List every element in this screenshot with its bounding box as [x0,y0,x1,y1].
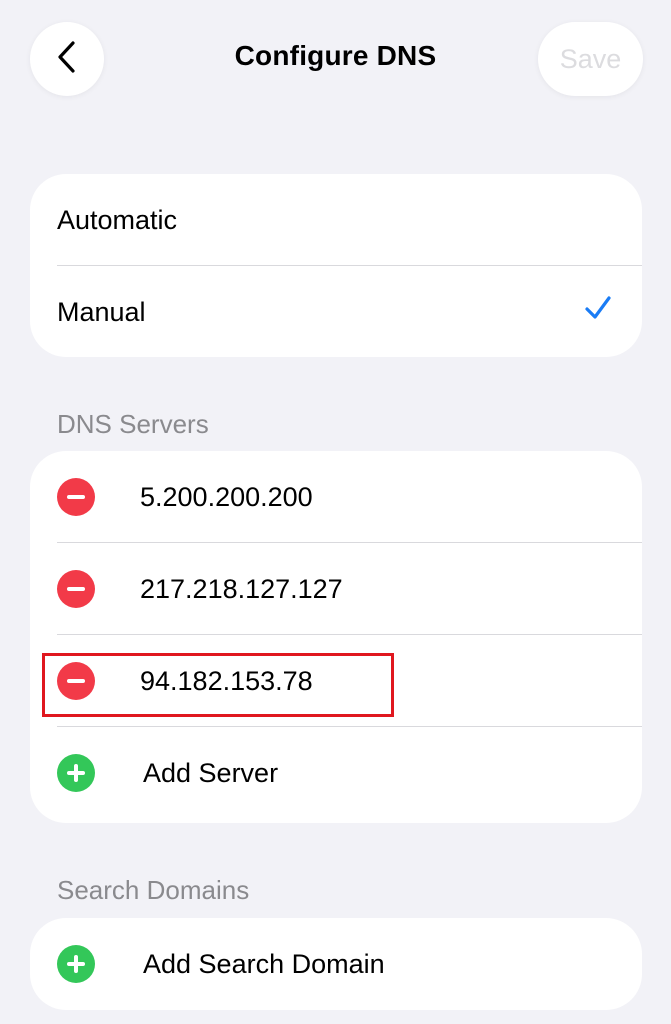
dns-server-address[interactable]: 217.218.127.127 [140,543,343,635]
dns-servers-card: 5.200.200.200 217.218.127.127 94.182.153… [30,451,642,823]
dns-server-address[interactable]: 5.200.200.200 [140,451,313,543]
dns-server-row: 5.200.200.200 [30,451,642,543]
search-domains-card: Add Search Domain [30,918,642,1010]
mode-option-automatic[interactable]: Automatic [30,174,642,266]
search-domains-header: Search Domains [57,875,250,905]
remove-server-icon[interactable] [57,570,95,608]
save-button[interactable]: Save [538,22,643,96]
mode-option-label: Automatic [57,204,178,235]
dns-server-row: 217.218.127.127 [30,543,642,635]
mode-option-manual[interactable]: Manual [30,266,642,358]
add-search-domain-row[interactable]: Add Search Domain [30,918,642,1010]
add-server-label: Add Server [143,758,279,788]
checkmark-icon [584,295,612,328]
add-server-icon[interactable] [57,754,95,792]
remove-server-icon[interactable] [57,478,95,516]
add-search-domain-icon[interactable] [57,945,95,983]
mode-option-label: Manual [57,296,146,327]
add-search-domain-label: Add Search Domain [143,949,385,979]
navigation-bar: Configure DNS Save [0,0,671,120]
highlight-box [42,653,394,717]
add-server-row[interactable]: Add Server [30,727,642,819]
dns-servers-header: DNS Servers [57,409,209,439]
dns-mode-card: Automatic Manual [30,174,642,357]
